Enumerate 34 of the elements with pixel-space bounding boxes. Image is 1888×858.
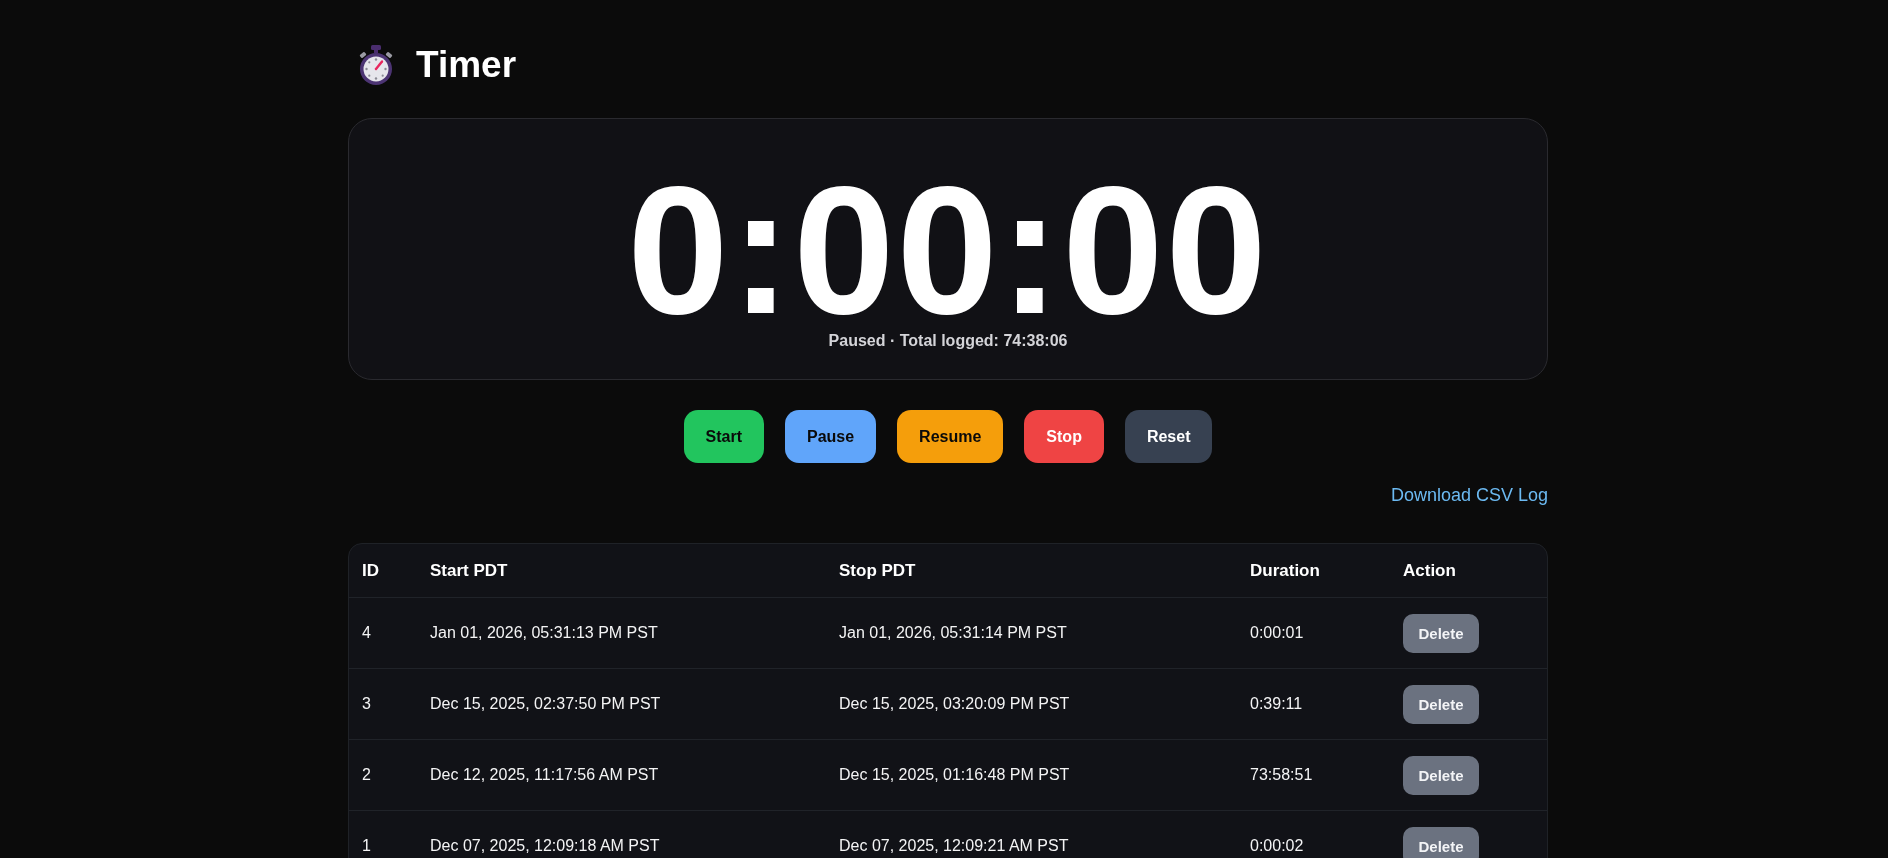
table-cell: Dec 07, 2025, 12:09:21 AM PST — [839, 836, 1069, 856]
timer-control-button[interactable]: Pause — [784, 410, 877, 463]
table-cell: Dec 15, 2025, 02:37:50 PM PST — [430, 694, 661, 714]
table-cell: 73:58:51 — [1250, 765, 1313, 785]
column-header: Action — [1403, 560, 1456, 581]
page-title: Timer — [416, 44, 517, 86]
timer-status: Paused · Total logged: 74:38:06 — [828, 331, 1068, 351]
table-cell: Jan 01, 2026, 05:31:14 PM PST — [839, 623, 1067, 643]
timer-display: 0:00:00 — [627, 175, 1269, 325]
table-cell: 0:00:02 — [1250, 836, 1304, 856]
timer-control-button[interactable]: Reset — [1124, 410, 1213, 463]
table-cell: Dec 12, 2025, 11:17:56 AM PST — [430, 765, 659, 785]
timer-control-button[interactable]: Stop — [1024, 410, 1104, 463]
column-header: Stop PDT — [839, 560, 916, 581]
column-header: Duration — [1250, 560, 1320, 581]
timer-control-button[interactable]: Start — [683, 410, 764, 463]
column-header: ID — [362, 560, 379, 581]
table-cell: 0:39:11 — [1250, 694, 1303, 714]
delete-button[interactable]: Delete — [1403, 826, 1479, 858]
column-header: Start PDT — [430, 560, 508, 581]
table-cell: 4 — [362, 623, 371, 643]
delete-button[interactable]: Delete — [1403, 684, 1479, 724]
table-cell: 2 — [362, 765, 371, 785]
table-cell: 0:00:01 — [1250, 623, 1304, 643]
delete-button[interactable]: Delete — [1403, 755, 1479, 795]
table-cell: 1 — [362, 836, 371, 856]
table-cell: Jan 01, 2026, 05:31:13 PM PST — [430, 623, 658, 643]
table-cell: 3 — [362, 694, 371, 714]
table-cell: Dec 15, 2025, 01:16:48 PM PST — [839, 765, 1070, 785]
table-cell: Dec 15, 2025, 03:20:09 PM PST — [839, 694, 1070, 714]
table-cell: Dec 07, 2025, 12:09:18 AM PST — [430, 836, 660, 856]
delete-button[interactable]: Delete — [1403, 613, 1479, 653]
download-csv-link[interactable]: Download CSV Log — [1390, 483, 1548, 507]
timer-control-button[interactable]: Resume — [897, 410, 1004, 463]
